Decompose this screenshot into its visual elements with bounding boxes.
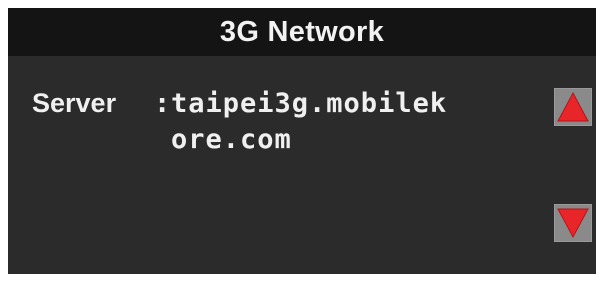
settings-panel: Server : taipei3g.mobilekore.com — [8, 64, 596, 274]
page-title: 3G Network — [219, 15, 385, 48]
server-separator: : — [154, 88, 171, 119]
server-label: Server — [32, 88, 117, 118]
title-bar: 3G Network — [8, 8, 596, 56]
scroll-up-button[interactable] — [554, 88, 592, 126]
server-value[interactable]: taipei3g.mobilekore.com — [171, 86, 461, 158]
scroll-down-button[interactable] — [554, 204, 592, 242]
triangle-up-icon — [557, 91, 589, 122]
triangle-down-icon — [557, 208, 589, 239]
device-screen: 3G Network Server : taipei3g.mobilekore.… — [8, 8, 596, 274]
